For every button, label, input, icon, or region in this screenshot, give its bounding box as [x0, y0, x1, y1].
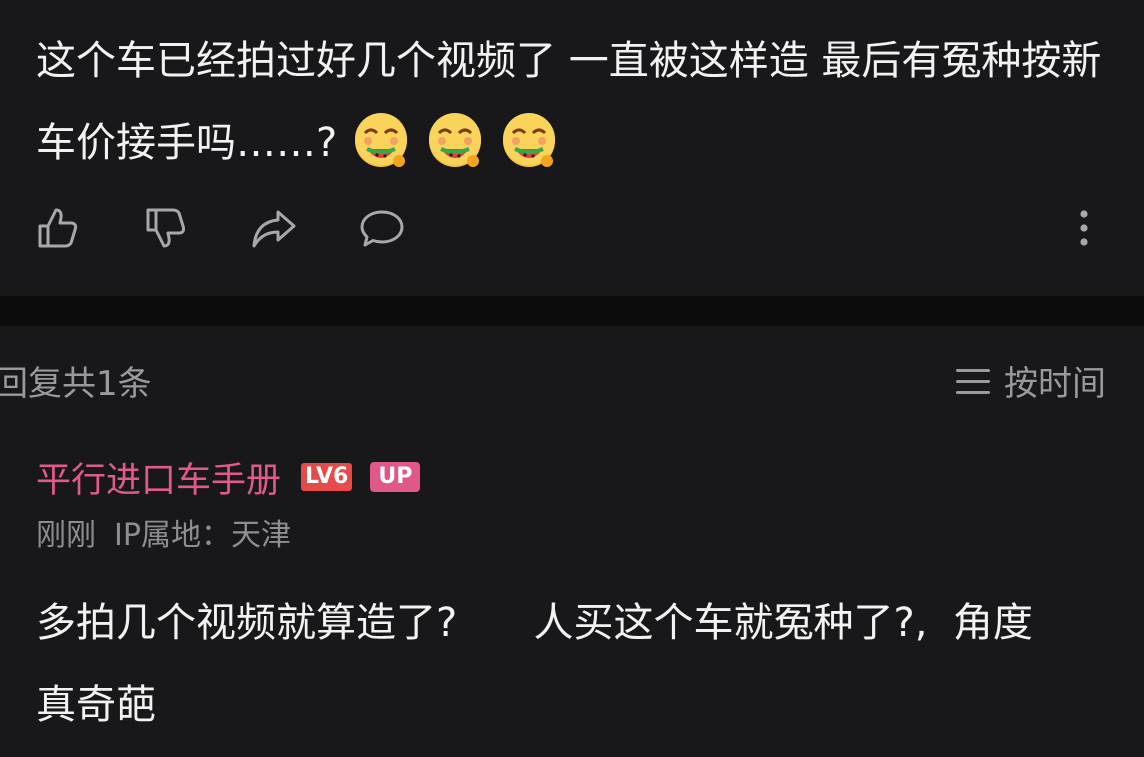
speech-bubble-icon[interactable]	[358, 204, 406, 252]
reply-count-label: 回复共1条	[0, 364, 152, 404]
list-lines-icon	[956, 366, 990, 396]
sort-label: 按时间	[1004, 364, 1106, 404]
reply-username[interactable]: 平行进口车手册	[36, 452, 281, 503]
sort-by-time-button[interactable]: 按时间	[956, 356, 1106, 405]
thumbs-down-icon[interactable]	[142, 204, 190, 252]
comment-text: 这个车已经拍过好几个视频了 一直被这样造 最后有冤种按新车价接手吗……?	[36, 38, 1102, 166]
up-badge: UP	[370, 462, 421, 492]
share-arrow-icon[interactable]	[250, 204, 298, 252]
watermelon-face-emoji	[355, 113, 408, 167]
reply-header: 平行进口车手册 LV6 UP	[36, 452, 1116, 503]
thumbs-up-icon[interactable]	[34, 204, 82, 252]
reply-ip-location: IP属地：天津	[114, 518, 291, 553]
watermelon-face-emoji	[503, 113, 556, 167]
watermelon-face-emoji	[429, 113, 482, 167]
reply-time: 刚刚	[36, 518, 96, 553]
section-divider	[0, 296, 1144, 326]
main-comment: 这个车已经拍过好几个视频了 一直被这样造 最后有冤种按新车价接手吗……?	[0, 0, 1144, 296]
emoji-group	[337, 104, 559, 186]
level-badge: LV6	[301, 463, 353, 491]
comment-body: 这个车已经拍过好几个视频了 一直被这样造 最后有冤种按新车价接手吗……?	[36, 20, 1116, 186]
reply-item: 平行进口车手册 LV6 UP 刚刚 IP属地：天津 多拍几个视频就算造了? 人买这…	[36, 454, 1116, 746]
reply-text: 多拍几个视频就算造了? 人买这个车就冤种了?, 角度真奇葩	[36, 600, 1033, 728]
comment-thread-page: 这个车已经拍过好几个视频了 一直被这样造 最后有冤种按新车价接手吗……? 回复共…	[0, 0, 1144, 757]
replies-section: 回复共1条 按时间 平行进口车手册 LV6 UP 刚刚 IP属地：天津 多拍几个视…	[0, 326, 1144, 757]
reply-meta: 刚刚 IP属地：天津	[36, 510, 1116, 554]
comment-actions	[0, 196, 1144, 260]
more-vertical-icon[interactable]	[1060, 204, 1108, 252]
